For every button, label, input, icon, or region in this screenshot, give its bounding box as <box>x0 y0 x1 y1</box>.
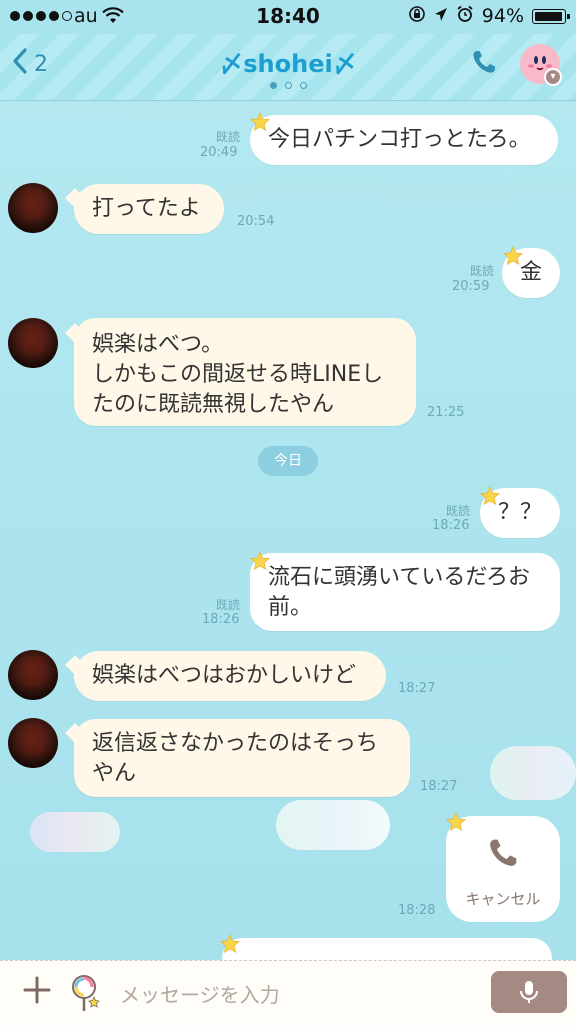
plus-icon[interactable] <box>22 975 52 1012</box>
cloud-decoration <box>30 812 120 852</box>
message-bubble[interactable]: 打ってたよ <box>74 184 224 234</box>
star-icon <box>250 112 270 132</box>
read-receipt: 既読 <box>215 130 240 144</box>
message-time: 18:27 <box>420 779 458 794</box>
microphone-icon <box>517 979 541 1009</box>
message-time: 20:54 <box>237 214 275 229</box>
orientation-lock-icon <box>408 4 426 28</box>
message-input-bar: メッセージを入力 <box>0 960 576 1025</box>
voice-call-button[interactable] <box>470 48 498 80</box>
star-icon <box>503 246 523 266</box>
message-bubble[interactable]: 流石に頭湧いているだろお 前。 <box>250 553 560 631</box>
voice-message-button[interactable] <box>491 971 567 1013</box>
message-input[interactable]: メッセージを入力 <box>120 979 280 1008</box>
alarm-icon <box>456 4 474 28</box>
contact-avatar[interactable] <box>8 318 58 368</box>
star-icon <box>480 486 500 506</box>
page-indicator <box>0 82 576 89</box>
message-line: 前。 <box>268 595 313 620</box>
cloud-decoration <box>276 800 390 850</box>
message-time: 21:25 <box>427 405 465 420</box>
page-dot <box>284 82 292 89</box>
page-dot <box>269 82 277 89</box>
contact-avatar[interactable] <box>8 183 58 233</box>
candy-icon[interactable] <box>70 973 102 1017</box>
star-icon <box>220 934 240 954</box>
read-receipt: 既読 <box>445 504 470 518</box>
read-receipt: 既読 <box>215 598 240 612</box>
message-bubble[interactable]: 娯楽はべつはおかしいけど <box>74 651 386 701</box>
message-line: 返信返さなかったのはそっち <box>92 731 379 756</box>
message-time: 20:49 <box>200 145 238 160</box>
phone-icon <box>470 51 498 80</box>
star-icon <box>446 812 466 832</box>
call-status-label: キャンセル <box>465 890 541 908</box>
message-time: 18:26 <box>202 612 240 627</box>
star-icon <box>250 551 270 571</box>
read-receipt: 既読 <box>469 264 494 278</box>
message-time: 20:59 <box>452 279 490 294</box>
battery-icon <box>532 8 570 24</box>
message-line: 流石に頭湧いているだろお <box>268 565 531 590</box>
contact-avatar[interactable] <box>8 718 58 768</box>
date-separator: 今日 <box>258 446 318 476</box>
chat-header: 2 〆shohei〆 ▾ <box>0 34 576 101</box>
message-line: 娯楽はべつ。 <box>92 332 224 357</box>
message-bubble[interactable]: 今日パチンコ打っとたろ。 <box>250 115 558 165</box>
message-bubble[interactable]: 返信返さなかったのはそっち やん <box>74 719 410 797</box>
cloud-decoration <box>490 746 576 800</box>
battery-percent: 94% <box>481 5 524 27</box>
contact-avatar[interactable] <box>8 650 58 700</box>
message-time: 18:28 <box>398 903 436 918</box>
message-line: しかもこの間返せる時LINEし <box>92 362 384 387</box>
message-line: やん <box>92 761 137 786</box>
status-bar: au 18:40 94% <box>0 0 576 34</box>
message-line: たのに既読無視したやん <box>92 392 335 417</box>
phone-icon <box>486 836 520 874</box>
chevron-down-icon: ▾ <box>544 68 562 86</box>
message-time: 18:26 <box>432 518 470 533</box>
message-time: 18:27 <box>398 681 436 696</box>
location-icon <box>434 4 448 28</box>
profile-menu-button[interactable]: ▾ <box>520 44 562 86</box>
page-dot <box>299 82 307 89</box>
message-bubble[interactable]: 娯楽はべつ。 しかもこの間返せる時LINEし たのに既読無視したやん <box>74 318 416 426</box>
